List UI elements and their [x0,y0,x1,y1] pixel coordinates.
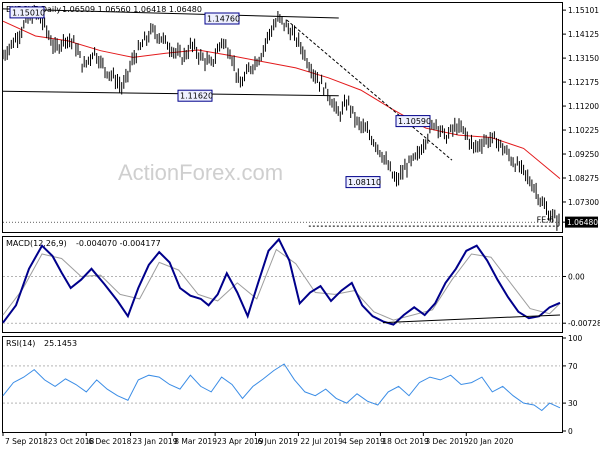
macd-header-name: MACD(12,26,9) [6,239,67,248]
annotation-label: 1.14760 [207,15,240,24]
rsi-y-tick-label: 0 [568,427,573,436]
x-tick-label: 7 Sep 2018 [5,437,48,446]
y-axis-layer: 1.15101 1.14125 1.13150 1.12175 1.11200 1.102… [562,6,600,436]
grid-layer [3,276,560,404]
annotation-label: 1.11620 [180,92,213,101]
x-tick-label: 8 Mar 2019 [174,437,217,446]
price-y-tick-label: 1.09250 [568,150,599,159]
rsi-y-tick-label: 100 [568,334,583,343]
rsi-panel-frame [2,336,563,433]
x-tick-label: 4 Sep 2019 [342,437,385,446]
moving-average-layer [2,20,561,179]
x-tick-label: 6 Jun 2019 [258,437,299,446]
x-tick-label: 3 Dec 2019 [425,437,468,446]
price-annotation: 1.08110 [345,176,381,189]
price-y-tick-label: 1.14125 [568,30,599,39]
lower-channel-line [2,90,339,97]
price-y-tick-label: 1.12175 [568,78,599,87]
rsi-layer [2,363,561,412]
x-tick-label: 6 Dec 2018 [88,437,131,446]
price-y-tick-label: 1.07300 [568,198,599,207]
watermark: ActionForex.com [118,160,283,185]
current-price-label: 1.06480 [567,218,598,227]
macd-layer [2,237,561,326]
price-y-tick-label: 1.11200 [568,102,599,111]
price-panel-frame [2,2,563,233]
rsi-y-tick-label: 70 [568,362,578,371]
macd-y-tick-label: 0.00 [568,273,585,282]
x-tick-label: 22 Jul 2019 [300,437,343,446]
price-annotation: 1.11620 [177,89,213,102]
price-annotation: 1.10590 [395,115,431,128]
chart: ActionForex.com EURCHF,Daily 1.06509 1.0… [0,0,600,450]
rsi-y-tick-label: 30 [568,399,578,408]
annotation-layer: FE:6 1.15010 1.14760 1.11620 1.10590 1.08110 [9,6,554,225]
annotation-label: 1.10590 [398,117,431,126]
chart-canvas: ActionForex.com EURCHF,Daily 1.06509 1.0… [2,2,600,446]
macd-header-values: -0.004070 -0.004177 [76,239,161,248]
rsi-header-name: RSI(14) [6,339,35,348]
price-y-tick-label: 1.10225 [568,126,599,135]
x-axis-layer: 7 Sep 2018 23 Oct 20186 Dec 2018 23 Jan 20… [2,432,513,446]
price-annotation: 1.15010 [9,6,45,19]
rsi-header-values: 25.1453 [44,339,77,348]
macd-signal-line [2,248,561,321]
trendline-layer [2,8,560,227]
macd-line [2,237,561,326]
fib-label: FE:6 [537,216,554,225]
macd-y-tick-label: -0.007285 [568,319,600,328]
rsi-line [2,363,561,412]
x-tick-label: 23 Jan 2019 [133,437,178,446]
x-tick-label: 20 Jan 2020 [468,437,513,446]
price-y-tick-label: 1.08275 [568,174,599,183]
price-y-tick-label: 1.15101 [568,6,599,15]
price-annotation: 1.14760 [204,12,240,25]
moving-average-line [2,20,561,179]
annotation-label: 1.15010 [12,8,45,17]
price-y-tick-label: 1.13150 [568,54,599,63]
price-bars-layer [2,4,560,231]
x-tick-label: 18 Oct 2019 [382,437,429,446]
annotation-label: 1.08110 [348,178,381,187]
